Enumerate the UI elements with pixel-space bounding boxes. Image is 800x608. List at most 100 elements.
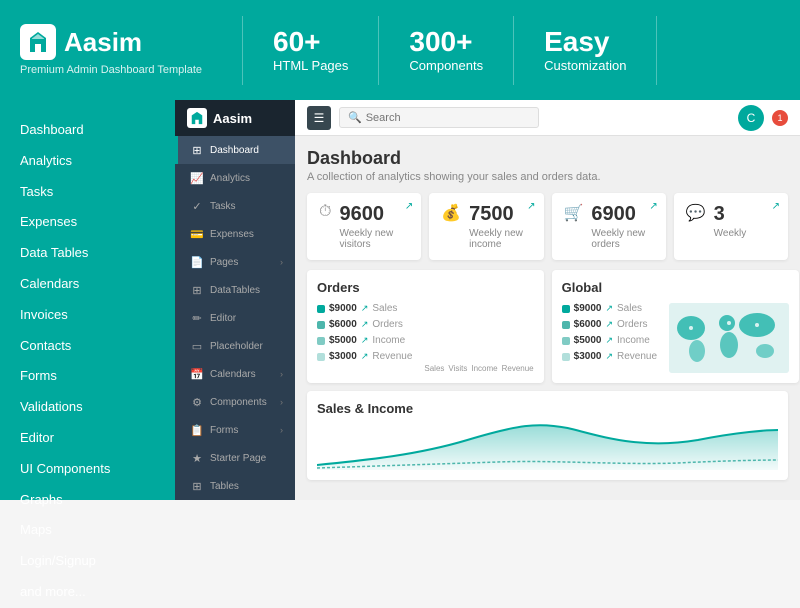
left-sidebar: DashboardAnalyticsTasksExpensesData Tabl… [0,100,175,500]
bar-label: Income [471,364,497,373]
legend-label: Sales [372,303,397,314]
left-nav-item[interactable]: Validations [0,392,175,423]
sales-panel: Sales & Income [307,391,788,480]
stat-value: 6900 [591,203,653,226]
legend-label: Revenue [372,351,412,362]
inner-nav-item[interactable]: ★Starter Page [175,444,295,472]
stat-trend-icon: ↗ [527,201,535,212]
inner-nav-item[interactable]: ⊞Tables [175,472,295,500]
inner-nav-item[interactable]: 📅Calendars› [175,360,295,388]
trend-arrow: ↗ [361,319,369,330]
inner-nav-label: Editor [210,313,236,324]
feature-num: 60+ [273,28,348,56]
inner-nav-item[interactable]: 📋Forms› [175,416,295,444]
inner-logo-small [187,108,207,128]
page-title: Dashboard [307,148,788,169]
legend-value: $5000 [574,335,602,346]
left-nav-item[interactable]: Expenses [0,207,175,238]
user-avatar[interactable]: C [738,105,764,131]
global-legend-item: $9000↗Sales [562,303,657,314]
orders-legend: $9000↗Sales$6000↗Orders$5000↗Income$3000… [317,303,412,373]
left-nav-item[interactable]: Dashboard [0,115,175,146]
inner-nav-item[interactable]: ▭Placeholder [175,332,295,360]
orders-title: Orders [317,280,534,295]
inner-nav-item[interactable]: 📈Analytics [175,164,295,192]
search-bar: 🔍 [339,107,539,128]
legend-label: Orders [617,319,648,330]
legend-color [317,337,325,345]
legend-item: $3000↗Revenue [317,351,412,362]
stat-card: ⏱ 9600 Weekly new visitors ↗ [307,193,421,260]
inner-nav-label: Starter Page [210,453,266,464]
left-nav-item[interactable]: and more... [0,577,175,608]
inner-nav-label: Calendars [210,369,256,380]
trend-arrow: ↗ [605,303,613,314]
logo-subtitle: Premium Admin Dashboard Template [20,64,202,76]
inner-nav-item[interactable]: 📄Pages› [175,248,295,276]
left-nav-item[interactable]: Invoices [0,300,175,331]
left-nav-item[interactable]: Contacts [0,331,175,362]
inner-nav-label: Tables [210,481,239,492]
legend-color [562,305,570,313]
legend-color [562,337,570,345]
search-input[interactable] [366,112,530,124]
stat-value: 3 [714,203,747,226]
stat-trend-icon: ↗ [405,201,413,212]
inner-nav-item[interactable]: ⊞DataTables [175,276,295,304]
bar-column: Income [471,362,497,373]
menu-toggle-button[interactable]: ☰ [307,106,331,130]
legend-value: $6000 [329,319,357,330]
global-stats: $9000↗Sales$6000↗Orders$5000↗Income$3000… [562,303,789,373]
bar-label: Sales [424,364,444,373]
left-nav-item[interactable]: UI Components [0,454,175,485]
left-nav-item[interactable]: Analytics [0,146,175,177]
logo-area: Aasim Premium Admin Dashboard Template [20,24,202,76]
inner-nav-label: Dashboard [210,145,259,156]
inner-nav-item[interactable]: ✓Tasks [175,192,295,220]
legend-label: Income [372,335,405,346]
left-nav-item[interactable]: Editor [0,423,175,454]
notification-badge[interactable]: 1 [772,110,788,126]
top-header: Aasim Premium Admin Dashboard Template 6… [0,0,800,100]
main-layout: DashboardAnalyticsTasksExpensesData Tabl… [0,100,800,500]
inner-nav-icon: 💳 [190,227,204,241]
global-legend-item: $5000↗Income [562,335,657,346]
left-nav-item[interactable]: Data Tables [0,238,175,269]
bottom-panels: Orders $9000↗Sales$6000↗Orders$5000↗Inco… [307,270,788,383]
inner-nav-icon: 📋 [190,423,204,437]
inner-nav-item[interactable]: 💳 Expenses [175,220,295,248]
left-nav-item[interactable]: Forms [0,361,175,392]
left-nav-item[interactable]: Calendars [0,269,175,300]
stat-card: 💰 7500 Weekly new income ↗ [429,193,543,260]
stat-value: 9600 [339,203,409,226]
inner-nav-item[interactable]: ⊞Dashboard [175,136,295,164]
stat-trend-icon: ↗ [649,201,657,212]
page-subtitle: A collection of analytics showing your s… [307,171,788,183]
legend-item: $5000↗Income [317,335,412,346]
inner-nav-label: Analytics [210,173,250,184]
logo-text: Aasim [64,27,142,58]
bar-chart: SalesVisitsIncomeRevenue [424,303,533,373]
feature-label: Components [409,58,483,73]
inner-nav-item[interactable]: ✏Editor [175,304,295,332]
trend-arrow: ↗ [361,335,369,346]
feature-block: 300+Components [378,16,513,85]
left-nav-item[interactable]: Maps [0,515,175,546]
legend-value: $3000 [574,351,602,362]
feature-label: HTML Pages [273,58,348,73]
inner-nav-icon: 📄 [190,255,204,269]
dashboard-content: Dashboard A collection of analytics show… [295,136,800,492]
chevron-right-icon: › [280,369,283,379]
stat-card-header: 💰 7500 Weekly new income [441,203,531,250]
legend-value: $3000 [329,351,357,362]
inner-nav-item[interactable]: ⚙Components› [175,388,295,416]
legend-label: Income [617,335,650,346]
legend-color [562,321,570,329]
inner-nav-label: Expenses [210,229,254,240]
inner-nav-icon: ✓ [190,199,204,213]
left-nav-item[interactable]: Login/Signup [0,546,175,577]
left-nav-item[interactable]: Tasks [0,177,175,208]
stat-trend-icon: ↗ [772,201,780,212]
stat-card: 🛒 6900 Weekly new orders ↗ [552,193,666,260]
world-map [669,303,789,373]
